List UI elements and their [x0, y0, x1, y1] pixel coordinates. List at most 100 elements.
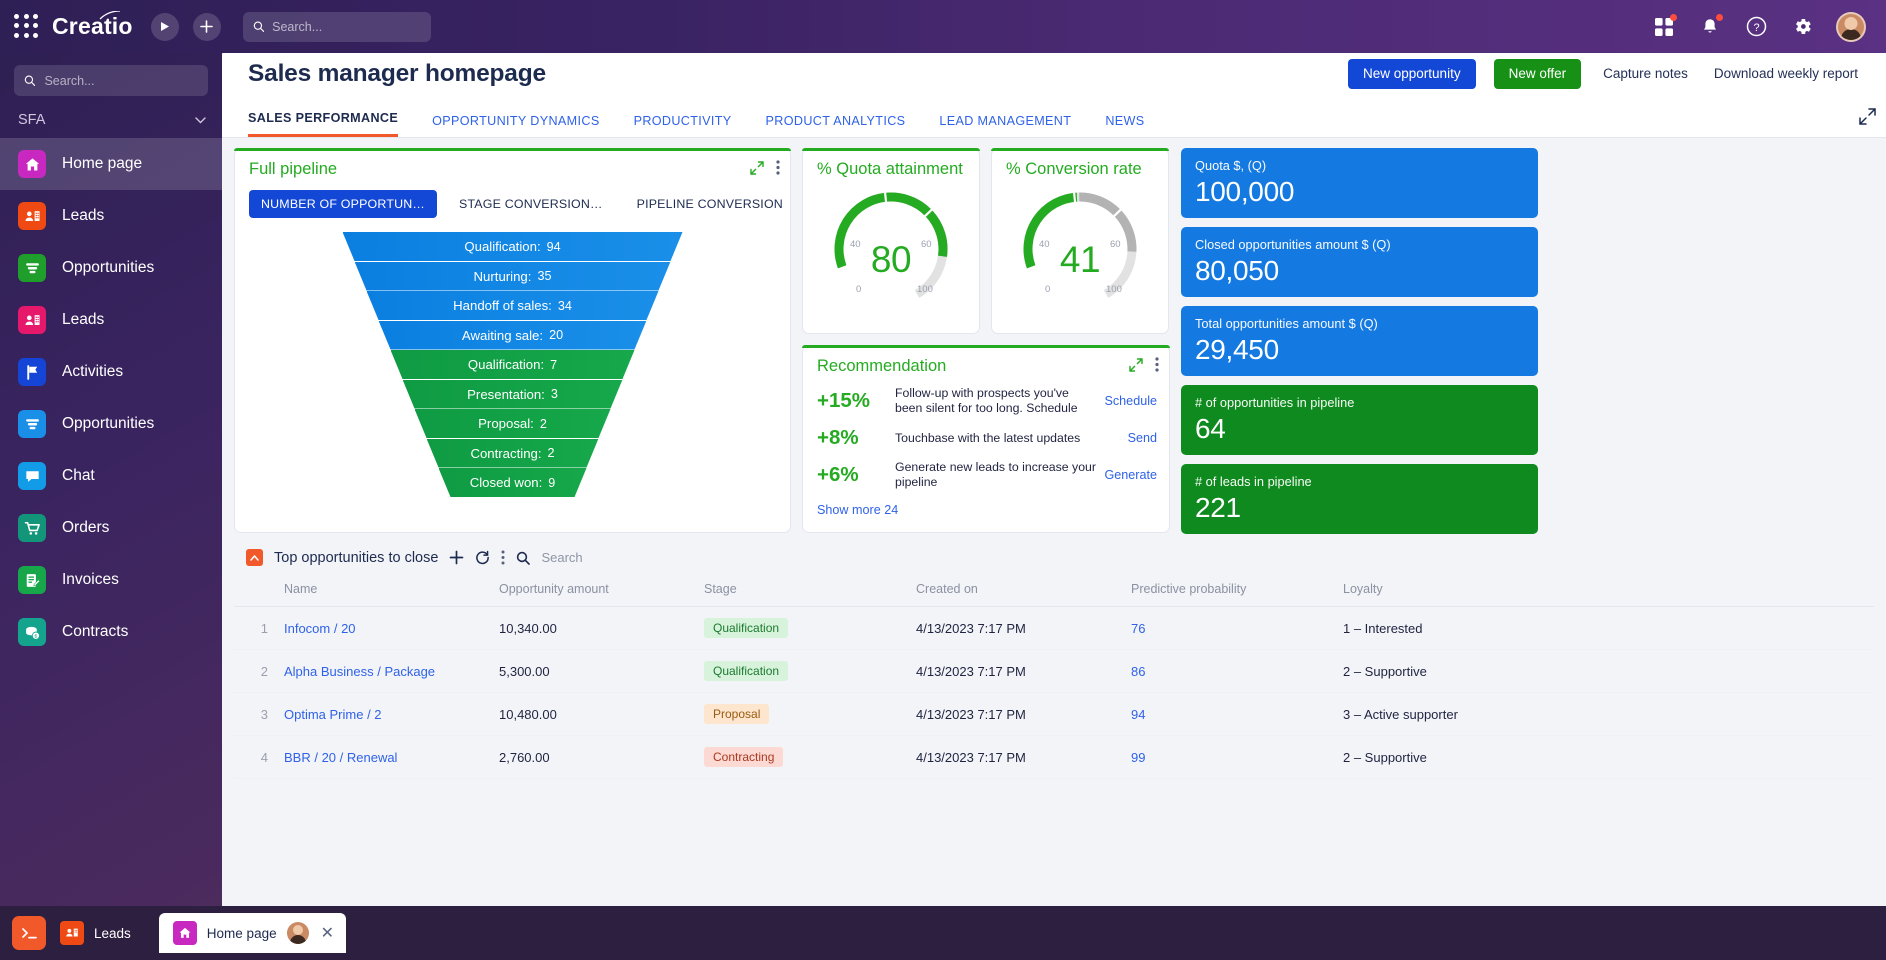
table-column-created-on[interactable]: Created on — [908, 572, 1123, 607]
creatio-app-icon[interactable] — [12, 916, 46, 950]
table-column-predictive-probability[interactable]: Predictive probability — [1123, 572, 1335, 607]
funnel-stage[interactable]: Proposal:2 — [415, 409, 611, 438]
kpi-tile[interactable]: # of leads in pipeline221 — [1181, 464, 1538, 534]
table-row[interactable]: 2Alpha Business / Package5,300.00Qualifi… — [234, 650, 1874, 693]
marketplace-icon[interactable] — [1652, 15, 1676, 39]
sidebar-item-home-page-0[interactable]: Home page — [0, 138, 222, 190]
expand-dashboard-icon[interactable] — [1859, 108, 1876, 137]
table-column-loyalty[interactable]: Loyalty — [1335, 572, 1874, 607]
funnel-stage-value: 2 — [540, 417, 547, 431]
kebab-menu-icon[interactable] — [776, 160, 780, 175]
row-probability[interactable]: 76 — [1123, 607, 1335, 650]
funnel-stage[interactable]: Presentation:3 — [403, 380, 623, 409]
funnel-stage[interactable]: Handoff of sales:34 — [367, 291, 659, 320]
sidebar-item-opportunities-2[interactable]: Opportunities — [0, 242, 222, 294]
recommendation-action-link[interactable]: Schedule — [1104, 394, 1157, 408]
row-probability[interactable]: 86 — [1123, 650, 1335, 693]
funnel-stage[interactable]: Closed won:9 — [439, 468, 587, 497]
sidebar-item-invoices-8[interactable]: Invoices — [0, 554, 222, 606]
gauge-value: 80 — [816, 239, 966, 281]
kpi-tile[interactable]: # of opportunities in pipeline64 — [1181, 385, 1538, 455]
funnel-stage[interactable]: Qualification:94 — [343, 232, 683, 261]
sidebar-item-label: Opportunities — [62, 259, 154, 277]
close-icon[interactable]: ✕ — [319, 923, 336, 943]
play-icon[interactable] — [151, 13, 179, 41]
tab-productivity[interactable]: PRODUCTIVITY — [634, 114, 732, 137]
taskbar-window-home-page[interactable]: Home page ✕ — [159, 913, 346, 953]
tab-news[interactable]: NEWS — [1105, 114, 1144, 137]
sidebar-item-leads-1[interactable]: Leads — [0, 190, 222, 242]
row-name[interactable]: BBR / 20 / Renewal — [276, 736, 491, 779]
user-avatar[interactable] — [1836, 12, 1866, 42]
row-name[interactable]: Infocom / 20 — [276, 607, 491, 650]
brand-logo[interactable]: Creatio — [52, 13, 137, 40]
kpi-tile[interactable]: Total opportunities amount $ (Q)29,450 — [1181, 306, 1538, 376]
table-column-opportunity-amount[interactable]: Opportunity amount — [491, 572, 696, 607]
sidebar-item-label: Home page — [62, 155, 142, 173]
kpi-tile[interactable]: Quota $, (Q)100,000 — [1181, 148, 1538, 218]
table-row[interactable]: 3Optima Prime / 210,480.00Proposal4/13/2… — [234, 693, 1874, 736]
tab-product-analytics[interactable]: PRODUCT ANALYTICS — [766, 114, 906, 137]
help-question-icon[interactable]: ? — [1744, 15, 1768, 39]
recommendation-show-more[interactable]: Show more 24 — [803, 490, 898, 517]
sidebar-item-chat-6[interactable]: Chat — [0, 450, 222, 502]
sidebar-item-orders-7[interactable]: Orders — [0, 502, 222, 554]
sidebar-item-opportunities-5[interactable]: Opportunities — [0, 398, 222, 450]
global-search[interactable] — [243, 12, 431, 42]
tab-lead-management[interactable]: LEAD MANAGEMENT — [939, 114, 1071, 137]
tab-opportunity-dynamics[interactable]: OPPORTUNITY DYNAMICS — [432, 114, 599, 137]
row-name[interactable]: Optima Prime / 2 — [276, 693, 491, 736]
kpi-tile[interactable]: Closed opportunities amount $ (Q)80,050 — [1181, 227, 1538, 297]
plus-icon[interactable] — [193, 13, 221, 41]
taskbar-item-leads[interactable]: Leads — [46, 906, 145, 960]
funnel-segment-button[interactable]: NUMBER OF OPPORTUN… — [249, 190, 437, 218]
tab-sales-performance[interactable]: SALES PERFORMANCE — [248, 111, 398, 137]
gear-icon[interactable] — [1790, 15, 1814, 39]
notifications-bell-icon[interactable] — [1698, 15, 1722, 39]
recommendation-action-link[interactable]: Generate — [1104, 468, 1157, 482]
plus-icon[interactable] — [449, 550, 464, 565]
recommendation-uplift: +8% — [817, 426, 895, 450]
capture-notes-button[interactable]: Capture notes — [1599, 59, 1692, 89]
sidebar-item-activities-4[interactable]: Activities — [0, 346, 222, 398]
funnel-segment-button[interactable]: STAGE CONVERSION… — [447, 190, 615, 218]
funnel-stage-value: 94 — [547, 240, 561, 254]
new-offer-button[interactable]: New offer — [1494, 59, 1582, 89]
table-row[interactable]: 1Infocom / 2010,340.00Qualification4/13/… — [234, 607, 1874, 650]
refresh-icon[interactable] — [475, 550, 490, 565]
sidebar-item-leads-3[interactable]: Leads — [0, 294, 222, 346]
funnel-stage-label: Nurturing: — [474, 269, 532, 284]
sidebar-item-contracts-9[interactable]: $Contracts — [0, 606, 222, 658]
search-icon[interactable] — [516, 551, 530, 565]
funnel-stage[interactable]: Contracting:2 — [427, 439, 599, 468]
sidebar-search[interactable] — [14, 65, 208, 96]
global-search-input[interactable] — [272, 20, 421, 34]
funnel-stage[interactable]: Nurturing:35 — [355, 262, 671, 291]
funnel-stage-value: 9 — [548, 476, 555, 490]
kebab-menu-icon[interactable] — [501, 550, 505, 565]
row-probability[interactable]: 99 — [1123, 736, 1335, 779]
row-probability[interactable]: 94 — [1123, 693, 1335, 736]
recommendation-action-link[interactable]: Send — [1128, 431, 1157, 445]
kebab-menu-icon[interactable] — [1155, 357, 1159, 372]
sidebar-search-input[interactable] — [44, 74, 198, 88]
sidebar-item-label: Orders — [62, 519, 109, 537]
expand-icon[interactable] — [1129, 358, 1143, 372]
row-name[interactable]: Alpha Business / Package — [276, 650, 491, 693]
funnel-segment-button[interactable]: PIPELINE CONVERSION — [625, 190, 795, 218]
leads-icon — [60, 921, 84, 945]
funnel-stage[interactable]: Awaiting sale:20 — [379, 321, 647, 350]
table-column-name[interactable]: Name — [276, 572, 491, 607]
page-header-actions: New opportunity New offer Capture notes … — [1348, 59, 1862, 89]
collapse-section-icon[interactable] — [246, 549, 263, 566]
new-opportunity-button[interactable]: New opportunity — [1348, 59, 1476, 89]
table-row[interactable]: 4BBR / 20 / Renewal2,760.00Contracting4/… — [234, 736, 1874, 779]
apps-grid-icon[interactable] — [14, 14, 40, 40]
table-column-stage[interactable]: Stage — [696, 572, 908, 607]
expand-icon[interactable] — [750, 161, 764, 175]
funnel-stage[interactable]: Qualification:7 — [391, 350, 635, 379]
table-search-input[interactable]: Search — [541, 550, 582, 565]
download-weekly-report-button[interactable]: Download weekly report — [1710, 59, 1862, 89]
sidebar-section-sfa[interactable]: SFA — [0, 96, 222, 138]
pipeline-funnel-chart: Qualification:94Nurturing:35Handoff of s… — [343, 232, 683, 497]
